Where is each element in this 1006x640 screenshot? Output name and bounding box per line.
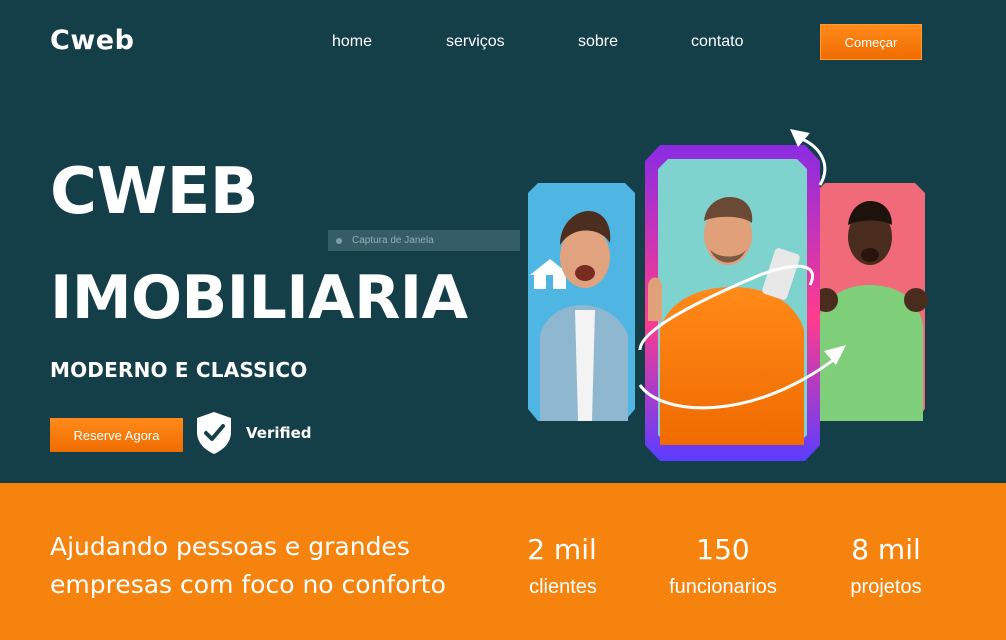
stat-value-funcionarios: 150: [696, 533, 750, 566]
hero-title-line2: IMOBILIARIA: [50, 263, 468, 333]
stat-value-clientes: 2 mil: [527, 533, 597, 566]
stats-tagline: Ajudando pessoas e grandes empresas com …: [50, 532, 446, 599]
stat-value-projetos: 8 mil: [851, 533, 921, 566]
nav-link-home[interactable]: home: [332, 33, 372, 51]
photo-card-right: [814, 183, 928, 421]
nav-link-servicos[interactable]: serviços: [446, 33, 505, 51]
comecar-button[interactable]: Começar: [820, 24, 922, 60]
stat-label-projetos: projetos: [850, 576, 922, 598]
photo-card-left: [528, 183, 635, 421]
stat-label-funcionarios: funcionarios: [669, 576, 777, 598]
nav-link-contato[interactable]: contato: [691, 33, 743, 51]
overlay-window-title: Captura de Janela: [352, 235, 434, 246]
hero-title-line1: CWEB: [50, 155, 259, 229]
screen-capture-overlay: Captura de Janela: [328, 230, 520, 251]
stat-label-clientes: clientes: [529, 576, 597, 598]
hero-photo-collage: [528, 129, 928, 461]
brand-logo[interactable]: Cweb: [50, 25, 134, 56]
reserve-now-button[interactable]: Reserve Agora: [50, 418, 183, 452]
nav-link-sobre[interactable]: sobre: [578, 33, 618, 51]
window-dot-icon: [336, 237, 342, 244]
shield-check-icon: [197, 412, 231, 454]
hero-subtitle: MODERNO E CLASSICO: [50, 358, 308, 382]
verified-label: Verified: [246, 424, 312, 442]
photo-card-center: [645, 145, 820, 461]
